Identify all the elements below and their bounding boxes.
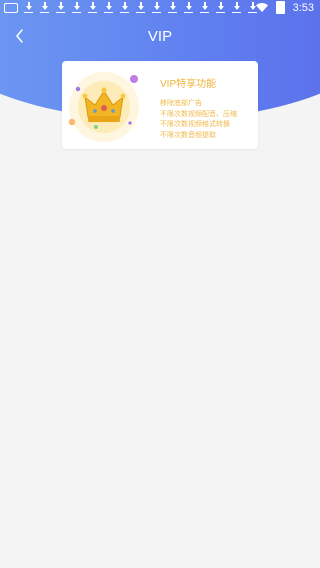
download-icon [23, 2, 34, 13]
crown-icon [68, 72, 139, 142]
download-icon [183, 2, 194, 13]
nav-bar: VIP [0, 22, 320, 50]
feature-item: 不限次数视频格式转换 [160, 121, 230, 128]
notification-icons [4, 2, 258, 13]
download-icon [167, 2, 178, 13]
status-time: 3:53 [292, 1, 314, 14]
vip-screen: 3:53 VIP VIP特享功能 移除底部广告 不限次数视频配音、压缩 不限次数… [0, 0, 320, 568]
page-title: VIP [147, 28, 173, 45]
feature-item: 不限次数视频配音、压缩 [160, 110, 237, 118]
download-icon [87, 2, 98, 13]
download-icon [151, 2, 162, 13]
card-text: VIP特享功能 移除底部广告 不限次数视频配音、压缩 不限次数视频格式转换 不限… [160, 75, 256, 141]
feature-item: 不限次数音频提取 [160, 131, 216, 139]
download-icon [215, 2, 226, 13]
download-icon [39, 2, 50, 13]
system-status: 3:53 [255, 1, 314, 14]
download-icon [199, 2, 210, 13]
feature-item: 移除底部广告 [160, 100, 202, 107]
message-icon [4, 3, 18, 13]
download-icon [103, 2, 114, 13]
crown-illustration [68, 67, 144, 143]
battery-icon [275, 1, 285, 14]
download-icon [231, 2, 242, 13]
card-title: VIP特享功能 [160, 79, 217, 90]
vip-features-card: VIP特享功能 移除底部广告 不限次数视频配音、压缩 不限次数视频格式转换 不限… [62, 61, 258, 149]
download-icon [135, 2, 146, 13]
download-icon [71, 2, 82, 13]
download-icon [119, 2, 130, 13]
status-bar: 3:53 [0, 0, 320, 16]
download-icon [55, 2, 66, 13]
wifi-icon [255, 3, 268, 12]
